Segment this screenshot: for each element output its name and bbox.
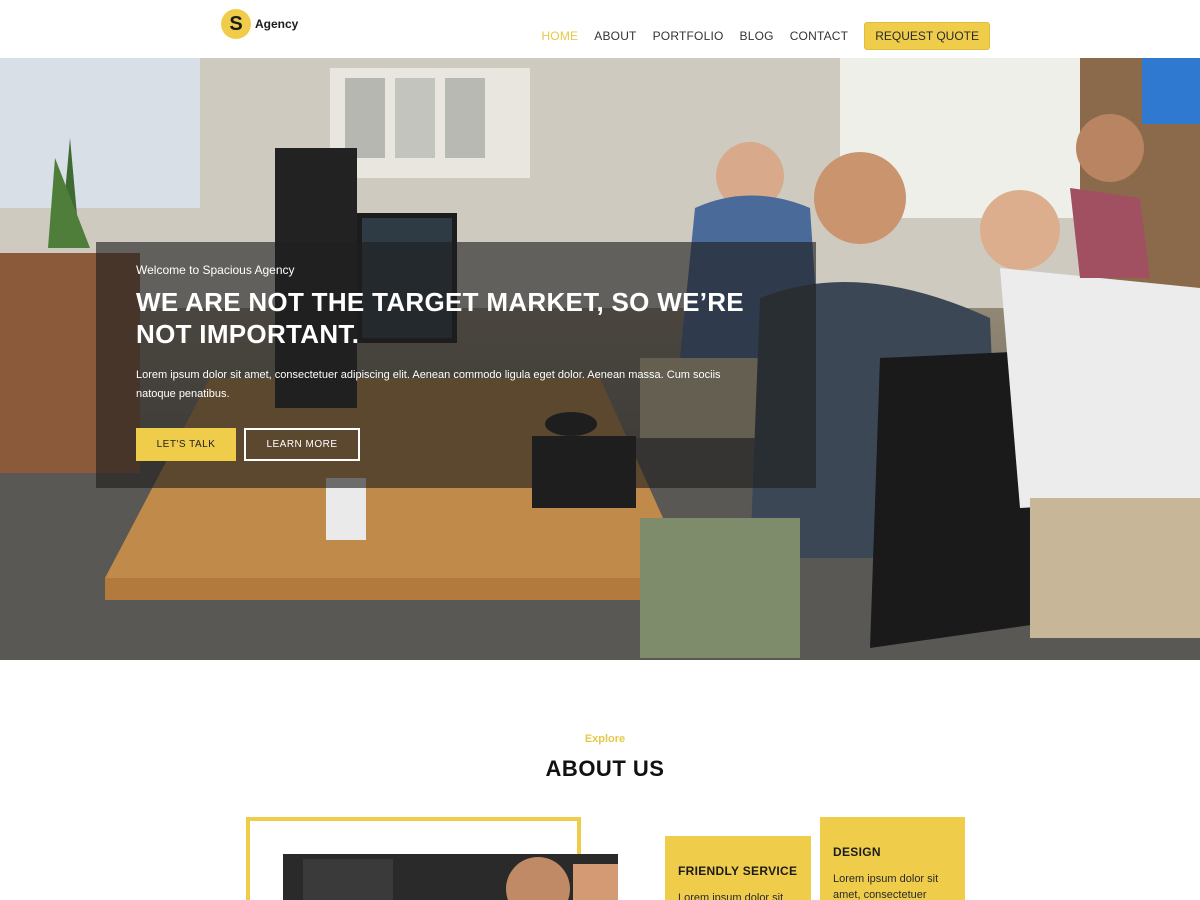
- feature-card-text: Lorem ipsum dolor sit amet, consectetuer: [678, 892, 784, 900]
- site-header: S Agency HOME ABOUT PORTFOLIO BLOG CONTA…: [0, 0, 1200, 58]
- learn-more-button[interactable]: LEARN MORE: [244, 428, 360, 461]
- about-eyebrow: Explore: [584, 733, 626, 745]
- request-quote-button[interactable]: REQUEST QUOTE: [864, 22, 990, 50]
- feature-card-title: DESIGN: [833, 845, 881, 859]
- logo-text: Agency: [255, 17, 299, 31]
- nav-item-contact[interactable]: CONTACT: [790, 29, 849, 43]
- main-nav: HOME ABOUT PORTFOLIO BLOG CONTACT REQUES…: [525, 22, 990, 50]
- nav-item-about[interactable]: ABOUT: [594, 29, 636, 43]
- feature-card-text: Lorem ipsum dolor sit amet, consectetuer: [833, 873, 939, 900]
- hero-welcome-text: Welcome to Spacious Agency: [136, 263, 295, 277]
- hero-title: WE ARE NOT THE TARGET MARKET, SO WE’RE N…: [136, 287, 744, 349]
- logo-mark: S: [221, 9, 251, 39]
- nav-item-portfolio[interactable]: PORTFOLIO: [653, 29, 724, 43]
- about-image: [283, 854, 618, 900]
- site-logo[interactable]: S Agency: [221, 9, 298, 39]
- feature-card-friendly-service: FRIENDLY SERVICE Lorem ipsum dolor sit a…: [665, 836, 811, 900]
- nav-item-home[interactable]: HOME: [541, 29, 578, 43]
- about-title: ABOUT US: [545, 756, 665, 781]
- hero-section: Welcome to Spacious Agency WE ARE NOT TH…: [0, 58, 1200, 660]
- nav-item-blog[interactable]: BLOG: [740, 29, 774, 43]
- feature-card-design: DESIGN Lorem ipsum dolor sit amet, conse…: [820, 817, 965, 900]
- lets-talk-button[interactable]: LET'S TALK: [136, 428, 236, 461]
- feature-card-title: FRIENDLY SERVICE: [678, 864, 798, 878]
- hero-description: Lorem ipsum dolor sit amet, consectetuer…: [136, 369, 721, 400]
